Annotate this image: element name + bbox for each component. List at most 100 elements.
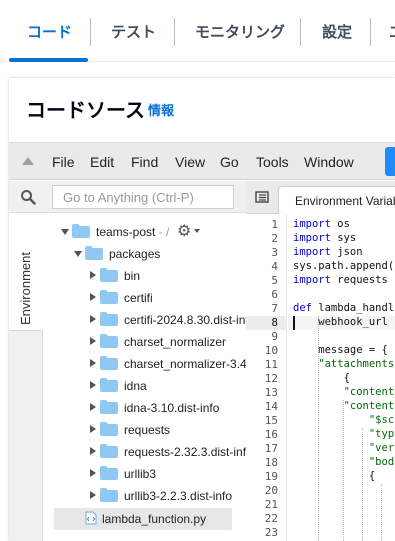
- tree-item-packages[interactable]: packages: [44, 243, 272, 265]
- tab-settings[interactable]: 設定: [322, 0, 352, 62]
- collapsed-arrow-icon[interactable]: [90, 447, 96, 455]
- tab-more[interactable]: エ: [389, 0, 395, 62]
- folder-icon: [100, 444, 118, 458]
- collapse-menu-icon[interactable]: [22, 157, 34, 165]
- line-number: 6: [271, 288, 278, 301]
- collapsed-arrow-icon[interactable]: [90, 271, 96, 279]
- line-number: 2: [271, 232, 278, 245]
- line-number: 15: [264, 414, 278, 427]
- menu-window[interactable]: Window: [304, 154, 354, 170]
- tree-item-label: charset_normalizer-3.4: [124, 357, 247, 371]
- code-text: "typ: [293, 428, 395, 440]
- code-text: {: [293, 470, 376, 482]
- tree-item-folder[interactable]: certifi-2024.8.30.dist-info: [44, 309, 272, 331]
- sidebar-strip: Environment: [9, 213, 43, 541]
- collapsed-arrow-icon[interactable]: [90, 293, 96, 301]
- top-tab-bar: コード テスト モニタリング 設定 エ: [0, 0, 395, 62]
- collapsed-arrow-icon[interactable]: [90, 469, 96, 477]
- tree-item-folder[interactable]: requests-2.32.3.dist-info: [44, 441, 272, 463]
- tree-item-folder[interactable]: bin: [44, 265, 272, 287]
- line-number: 18: [264, 456, 278, 469]
- code-line: "$sc: [293, 414, 394, 428]
- line-number: 7: [271, 302, 278, 315]
- code-text: message = {: [293, 344, 388, 356]
- code-line: def lambda_handl: [293, 302, 394, 316]
- code-line: "content: [293, 400, 395, 414]
- environment-tab-label: Environment: [18, 252, 33, 325]
- tree-item-folder[interactable]: urllib3-2.2.3.dist-info: [44, 485, 272, 507]
- deploy-button[interactable]: [385, 147, 395, 176]
- tree-item-folder[interactable]: charset_normalizer: [44, 331, 272, 353]
- environment-vertical-tab[interactable]: Environment: [9, 213, 43, 331]
- tree-item-folder[interactable]: charset_normalizer-3.4: [44, 353, 272, 375]
- menu-view[interactable]: View: [175, 154, 205, 170]
- tree-item-label: certifi: [124, 291, 153, 305]
- collapsed-arrow-icon[interactable]: [90, 425, 96, 433]
- menu-go[interactable]: Go: [220, 154, 239, 170]
- goto-anything-input[interactable]: [52, 185, 234, 209]
- code-text: webhook_url: [293, 316, 388, 328]
- search-icon: [21, 190, 36, 205]
- indent-guide: [381, 484, 382, 541]
- tree-item-folder[interactable]: idna: [44, 375, 272, 397]
- tree-item-file[interactable]: lambda_function.py: [54, 508, 232, 530]
- collapsed-arrow-icon[interactable]: [90, 381, 96, 389]
- info-link[interactable]: 情報: [148, 100, 174, 119]
- folder-icon: [100, 400, 118, 414]
- code-editor[interactable]: import os import sys import json sys.path.a…: [288, 215, 395, 541]
- tree-item-label: requests: [124, 423, 171, 437]
- tree-item-folder[interactable]: requests: [44, 419, 272, 441]
- tab-code[interactable]: コード: [27, 0, 72, 62]
- collapsed-arrow-icon[interactable]: [90, 403, 96, 411]
- menu-file[interactable]: File: [52, 154, 75, 170]
- code-line: {: [293, 372, 350, 386]
- tab-environment-variables[interactable]: Environment Variables: [278, 186, 395, 214]
- ide-menu-bar: File Edit Find View Go Tools Window: [9, 142, 395, 180]
- line-number: 10: [264, 344, 278, 357]
- tree-item-folder[interactable]: certifi: [44, 287, 272, 309]
- code-text: os: [330, 218, 350, 230]
- line-number: 23: [264, 526, 278, 539]
- code-line: import sys: [293, 232, 356, 246]
- menu-tools[interactable]: Tools: [256, 154, 289, 170]
- folder-icon: [100, 422, 118, 436]
- tree-item-folder[interactable]: idna-3.10.dist-info: [44, 397, 272, 419]
- tree-item-root[interactable]: teams-post - / ⚙: [44, 221, 272, 243]
- code-keyword: import: [293, 218, 331, 230]
- tab-test[interactable]: テスト: [111, 0, 156, 62]
- code-keyword: import: [293, 232, 331, 244]
- code-text: {: [293, 372, 350, 384]
- tree-item-folder[interactable]: urllib3: [44, 463, 272, 485]
- tree-item-label: teams-post - /: [96, 225, 170, 239]
- chevron-down-icon[interactable]: [194, 229, 200, 233]
- tab-divider: [370, 18, 371, 46]
- code-line: import os: [293, 218, 350, 232]
- collapsed-arrow-icon[interactable]: [90, 337, 96, 345]
- editor-tab-strip: Environment Variables: [246, 181, 395, 214]
- expanded-arrow-icon[interactable]: [61, 229, 69, 235]
- expanded-arrow-icon[interactable]: [74, 251, 82, 257]
- line-number: 22: [264, 512, 278, 525]
- tab-monitoring[interactable]: モニタリング: [195, 0, 285, 62]
- collapsed-arrow-icon[interactable]: [90, 491, 96, 499]
- menu-edit[interactable]: Edit: [90, 154, 114, 170]
- code-line: "typ: [293, 428, 394, 442]
- menu-find[interactable]: Find: [131, 154, 158, 170]
- collapsed-arrow-icon[interactable]: [90, 359, 96, 367]
- tree-item-label: charset_normalizer: [124, 335, 227, 349]
- code-text: lambda_handl: [311, 302, 395, 314]
- code-text: json: [330, 246, 363, 258]
- folder-icon: [100, 334, 118, 348]
- code-keyword: def: [293, 302, 312, 314]
- folder-icon: [72, 224, 90, 238]
- panel-icon[interactable]: [255, 190, 269, 204]
- collapsed-arrow-icon[interactable]: [90, 315, 96, 323]
- code-line: "ver: [293, 442, 394, 456]
- active-tab-indicator: [9, 58, 88, 62]
- gear-icon[interactable]: ⚙: [177, 221, 191, 241]
- line-number: 17: [264, 442, 278, 455]
- tree-item-label: idna-3.10.dist-info: [124, 401, 220, 415]
- line-number: 5: [271, 274, 278, 287]
- code-line: "attachments: [293, 358, 394, 372]
- goto-bar: [9, 181, 272, 213]
